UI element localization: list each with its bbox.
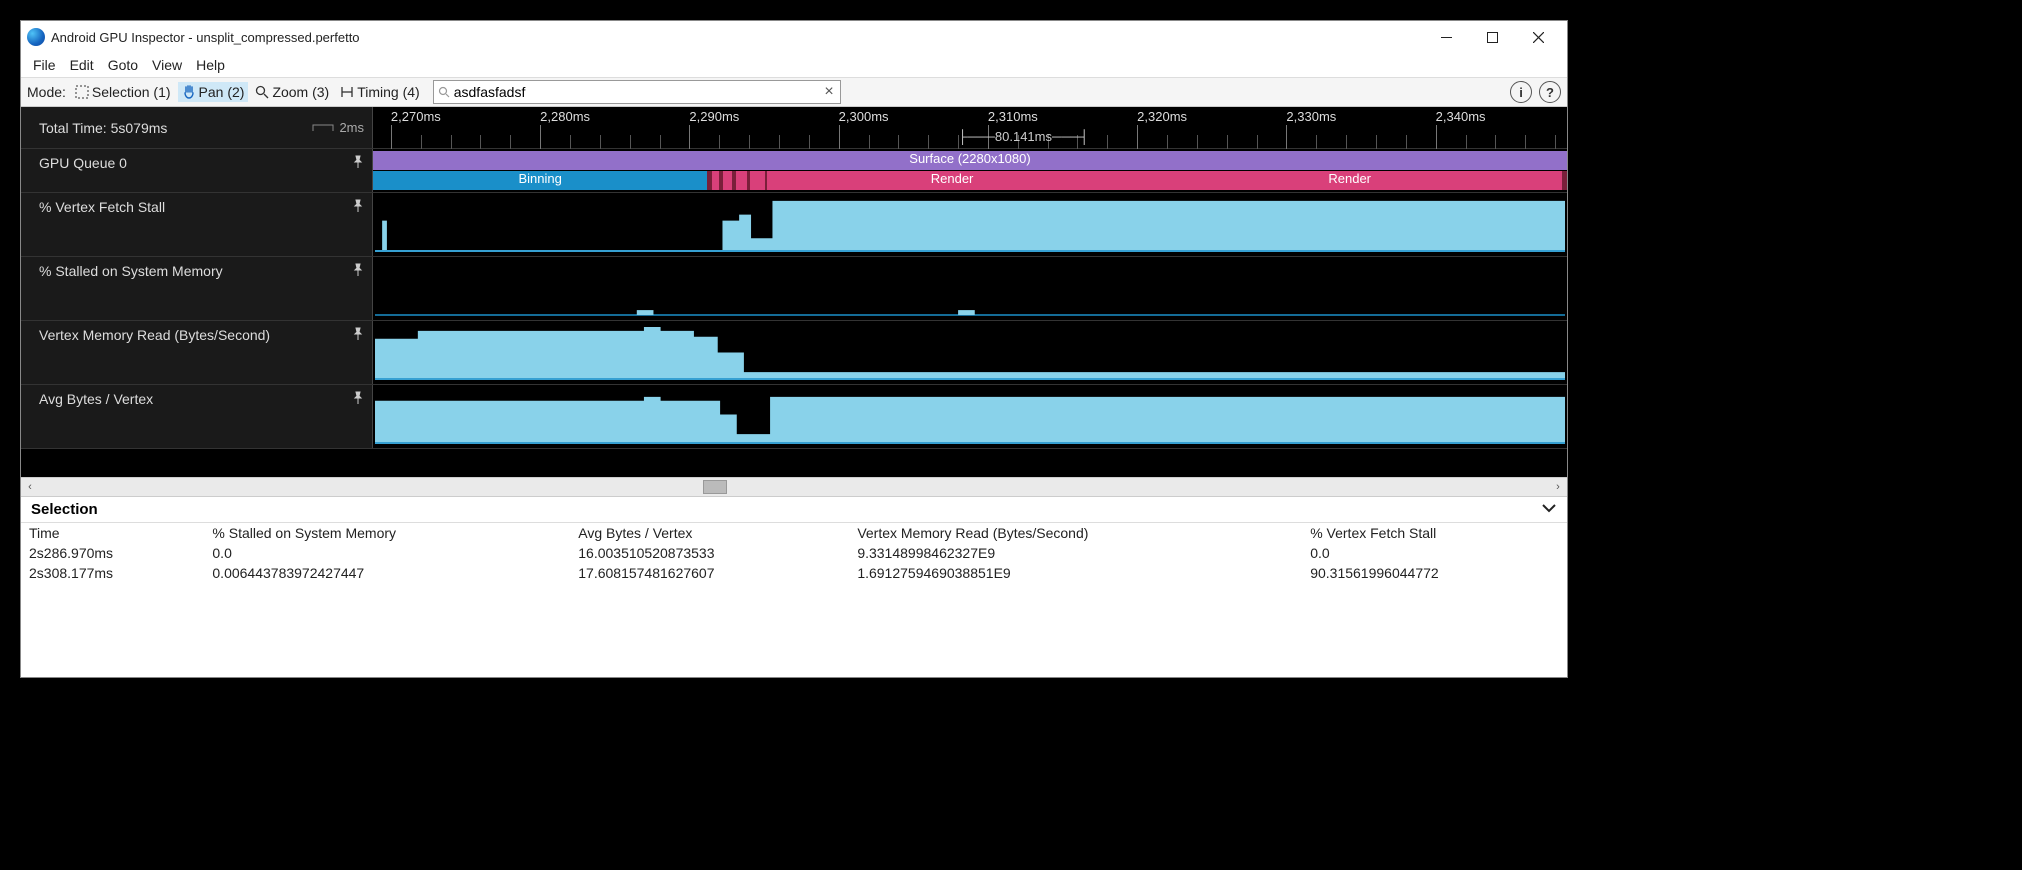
maximize-button[interactable] bbox=[1469, 21, 1515, 53]
ruler-tick-label: 2,330ms bbox=[1286, 109, 1336, 124]
track-label-vertex-stall[interactable]: % Vertex Fetch Stall bbox=[21, 193, 373, 256]
table-row[interactable]: 2s308.177ms 0.006443783972427447 17.6081… bbox=[21, 563, 1567, 583]
col-time[interactable]: Time bbox=[21, 523, 204, 543]
col-vertex-stall[interactable]: % Vertex Fetch Stall bbox=[1302, 523, 1567, 543]
selection-table: Time % Stalled on System Memory Avg Byte… bbox=[21, 523, 1567, 677]
pin-icon[interactable] bbox=[352, 199, 364, 216]
menu-help[interactable]: Help bbox=[190, 55, 231, 75]
ruler-tick-label: 2,280ms bbox=[540, 109, 590, 124]
scroll-right-arrow[interactable]: › bbox=[1549, 481, 1567, 493]
search-icon bbox=[438, 86, 450, 98]
stalled-mem-chart[interactable] bbox=[373, 257, 1567, 320]
table-row[interactable]: 2s286.970ms 0.0 16.003510520873533 9.331… bbox=[21, 543, 1567, 563]
pin-icon[interactable] bbox=[352, 155, 364, 172]
ruler-tick-label: 2,290ms bbox=[689, 109, 739, 124]
timeline-area[interactable]: Total Time: 5s079ms 2ms 2,270ms2,280ms2,… bbox=[21, 107, 1567, 477]
window-title: Android GPU Inspector - unsplit_compress… bbox=[51, 30, 360, 45]
horizontal-scrollbar[interactable]: ‹ › bbox=[21, 477, 1567, 497]
col-avg-bytes[interactable]: Avg Bytes / Vertex bbox=[570, 523, 849, 543]
binning-bar[interactable]: Binning bbox=[373, 171, 707, 190]
total-time-label: Total Time: 5s079ms 2ms bbox=[21, 107, 373, 148]
info-button[interactable]: i bbox=[1510, 81, 1532, 103]
menubar: File Edit Goto View Help bbox=[21, 53, 1567, 77]
pan-icon bbox=[182, 85, 196, 99]
ruler-tick-label: 2,320ms bbox=[1137, 109, 1187, 124]
menu-view[interactable]: View bbox=[146, 55, 188, 75]
track-label-stalled-mem[interactable]: % Stalled on System Memory bbox=[21, 257, 373, 320]
render-bar[interactable]: Render bbox=[1137, 171, 1562, 190]
menu-file[interactable]: File bbox=[27, 55, 62, 75]
render-bar[interactable] bbox=[712, 171, 719, 190]
timing-icon bbox=[340, 85, 354, 99]
vmem-read-chart[interactable] bbox=[373, 321, 1567, 384]
help-button[interactable]: ? bbox=[1539, 81, 1561, 103]
selection-icon bbox=[75, 85, 89, 99]
avg-bytes-chart[interactable] bbox=[373, 385, 1567, 448]
selection-header[interactable]: Selection bbox=[21, 497, 1567, 523]
ruler-tick-label: 2,300ms bbox=[839, 109, 889, 124]
pin-icon[interactable] bbox=[352, 263, 364, 280]
pin-icon[interactable] bbox=[352, 391, 364, 408]
render-bar[interactable]: Render bbox=[767, 171, 1137, 190]
mode-label: Mode: bbox=[27, 84, 66, 100]
ruler-tick-label: 2,310ms bbox=[988, 109, 1038, 124]
pin-icon[interactable] bbox=[352, 327, 364, 344]
mode-timing-button[interactable]: Timing (4) bbox=[336, 82, 424, 102]
table-header-row: Time % Stalled on System Memory Avg Byte… bbox=[21, 523, 1567, 543]
range-label: ├───80.141ms───┤ bbox=[958, 129, 1089, 144]
surface-bar[interactable]: Surface (2280x1080) bbox=[373, 151, 1567, 170]
mode-pan-button[interactable]: Pan (2) bbox=[178, 82, 249, 102]
menu-edit[interactable]: Edit bbox=[64, 55, 100, 75]
app-window: Android GPU Inspector - unsplit_compress… bbox=[20, 20, 1568, 678]
mode-selection-button[interactable]: Selection (1) bbox=[71, 82, 175, 102]
clear-search-button[interactable]: × bbox=[822, 83, 835, 101]
selection-title: Selection bbox=[31, 501, 98, 518]
minimize-button[interactable] bbox=[1423, 21, 1469, 53]
mode-zoom-button[interactable]: Zoom (3) bbox=[251, 82, 333, 102]
toolbar: Mode: Selection (1) Pan (2) Zoom (3) Tim… bbox=[21, 77, 1567, 107]
track-label-avg-bytes[interactable]: Avg Bytes / Vertex bbox=[21, 385, 373, 448]
scroll-thumb[interactable] bbox=[703, 480, 727, 494]
app-icon bbox=[27, 28, 45, 46]
ruler-tick-label: 2,270ms bbox=[391, 109, 441, 124]
gpu-queue-track[interactable]: Surface (2280x1080) Binning Render Rende… bbox=[373, 149, 1567, 192]
scroll-left-arrow[interactable]: ‹ bbox=[21, 481, 39, 493]
chevron-down-icon[interactable] bbox=[1541, 501, 1557, 518]
search-input[interactable] bbox=[450, 84, 823, 100]
search-box[interactable]: × bbox=[433, 80, 841, 104]
ruler-tick-label: 2,340ms bbox=[1436, 109, 1486, 124]
track-label-gpu-queue[interactable]: GPU Queue 0 bbox=[21, 149, 373, 192]
vertex-stall-chart[interactable] bbox=[373, 193, 1567, 256]
close-button[interactable] bbox=[1515, 21, 1561, 53]
col-stalled[interactable]: % Stalled on System Memory bbox=[204, 523, 570, 543]
titlebar: Android GPU Inspector - unsplit_compress… bbox=[21, 21, 1567, 53]
track-label-vmem-read[interactable]: Vertex Memory Read (Bytes/Second) bbox=[21, 321, 373, 384]
time-ruler[interactable]: 2,270ms 2,280ms 2,290ms 2,300ms 2,310ms 2,320… bbox=[373, 107, 1567, 148]
menu-goto[interactable]: Goto bbox=[102, 55, 144, 75]
col-vmem-read[interactable]: Vertex Memory Read (Bytes/Second) bbox=[849, 523, 1302, 543]
zoom-icon bbox=[255, 85, 269, 99]
